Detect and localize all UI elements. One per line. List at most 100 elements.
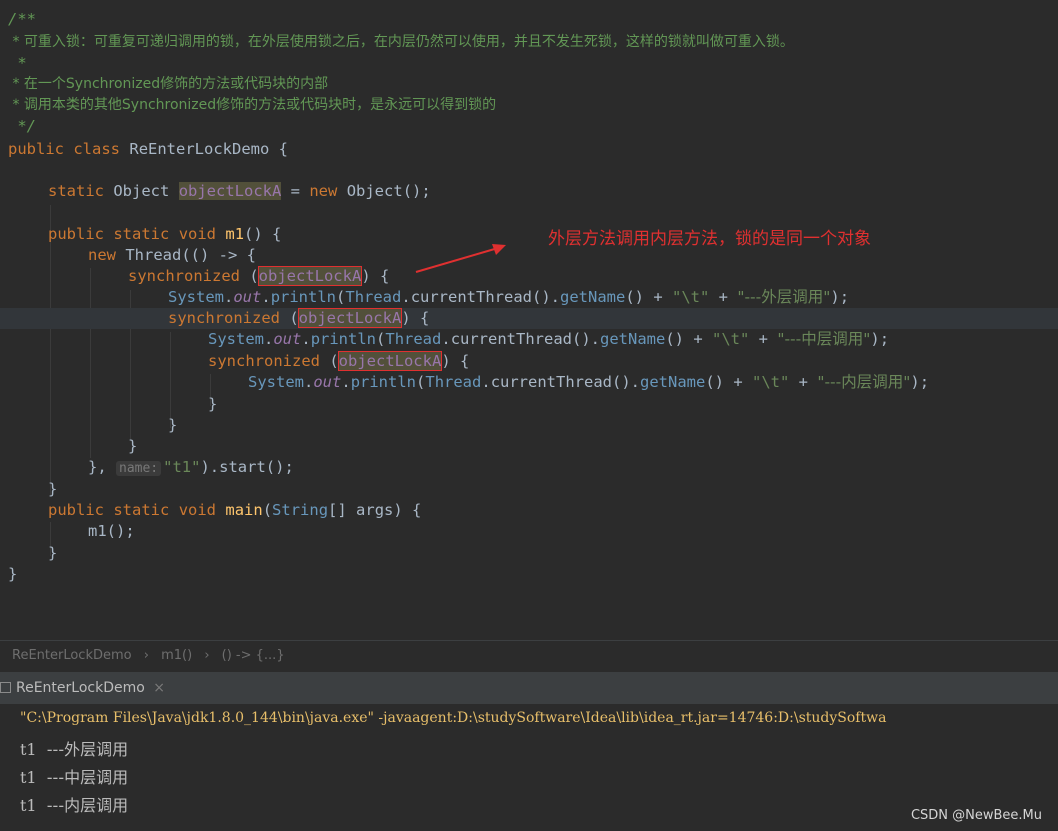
closing-brace: } <box>168 416 178 434</box>
console-output-line: t1 ---外层调用 <box>20 736 128 760</box>
method-call: getName <box>560 288 626 306</box>
type-name: Thread <box>345 288 402 306</box>
breadcrumb-item[interactable]: m1() <box>161 641 192 671</box>
keyword: synchronized <box>208 352 320 370</box>
punct: + <box>789 373 818 391</box>
closing-brace: } <box>128 437 138 455</box>
field-declaration-line: static Object objectLockA = new Object()… <box>48 181 431 202</box>
punct: [] args) { <box>328 501 422 519</box>
m1-call-line: m1(); <box>88 522 135 540</box>
lock-variable-inner: objectLockA <box>337 351 443 371</box>
run-tab[interactable]: ReEnterLockDemo × <box>0 672 165 704</box>
type-name: Object <box>346 182 403 200</box>
new-thread-line: new Thread(() -> { <box>88 245 256 266</box>
breadcrumb-item[interactable]: ReEnterLockDemo <box>12 641 132 671</box>
comment-line: * <box>8 54 27 72</box>
comment-line: * 在一个Synchronized修饰的方法或代码块的内部 <box>8 76 329 92</box>
method-m1-line: public static void m1() { <box>48 224 281 245</box>
method-call: println <box>270 288 337 306</box>
punct: . <box>224 288 234 306</box>
comment-line: /** <box>8 10 36 28</box>
method-call: getName <box>640 373 706 391</box>
type-name: Object <box>113 182 170 200</box>
synchronized-inner-line: synchronized (objectLockA) { <box>208 351 469 372</box>
comment-line: * 可重入锁：可重复可递归调用的锁，在外层使用锁之后，在内层仍然可以使用，并且不… <box>8 34 794 50</box>
type-name: System <box>168 288 224 306</box>
method-name: main <box>225 501 263 519</box>
string-literal: "---内层调用" <box>817 373 911 391</box>
punct: + <box>709 288 738 306</box>
close-icon[interactable]: × <box>153 680 165 696</box>
punct: ) { <box>441 352 470 370</box>
method-call: println <box>350 373 417 391</box>
keyword: class <box>73 140 121 158</box>
breadcrumb: ReEnterLockDemo › m1() › () -> {...} <box>0 641 1058 671</box>
run-tab-label: ReEnterLockDemo <box>16 680 145 696</box>
console-output-line: t1 ---内层调用 <box>20 792 128 816</box>
keyword: synchronized <box>128 267 240 285</box>
string-literal: "---中层调用" <box>777 330 871 348</box>
punct: ( <box>416 373 426 391</box>
punct: . <box>304 373 314 391</box>
punct: ); <box>830 288 850 306</box>
punct: ); <box>870 330 890 348</box>
annotation-arrow <box>415 244 506 273</box>
chevron-right-icon: › <box>143 648 149 663</box>
class-name: ReEnterLockDemo <box>129 140 270 158</box>
thread-name: t1 <box>20 740 37 759</box>
type-name: Thread <box>125 246 182 264</box>
string-literal: "\t" <box>752 373 790 391</box>
punct: { <box>269 140 289 158</box>
synchronized-outer-line: synchronized (objectLockA) { <box>128 266 389 287</box>
comment-line: */ <box>8 117 36 135</box>
output-message: ---中层调用 <box>46 768 129 787</box>
console-output[interactable]: "C:\Program Files\Java\jdk1.8.0_144\bin\… <box>0 704 1058 831</box>
thread-start-line: }, name: "t1").start(); <box>88 457 294 478</box>
string-literal: "\t" <box>712 330 750 348</box>
string-literal: "---外层调用" <box>737 288 831 306</box>
type-name: Thread <box>385 330 442 348</box>
indent-guide <box>90 268 91 458</box>
indent-guide <box>170 332 171 428</box>
closing-brace: } <box>208 395 218 413</box>
println-middle-line: System.out.println(Thread.currentThread(… <box>208 329 889 350</box>
punct: .currentThread(). <box>401 288 560 306</box>
punct: () + <box>625 288 672 306</box>
breadcrumb-item[interactable]: () -> {...} <box>222 641 285 671</box>
keyword: void <box>178 225 217 243</box>
indent-guide <box>50 205 51 495</box>
punct: = <box>281 182 310 200</box>
keyword: public <box>48 225 104 243</box>
punct: ( <box>336 288 346 306</box>
method-call: getName <box>600 330 666 348</box>
println-outer-line: System.out.println(Thread.currentThread(… <box>168 287 849 308</box>
parameter-hint: name: <box>116 461 162 476</box>
keyword: public <box>48 501 104 519</box>
static-field: out <box>233 288 262 306</box>
method-name: m1 <box>225 225 245 243</box>
punct: ) { <box>401 309 430 327</box>
punct: ( <box>319 352 339 370</box>
thread-name: t1 <box>20 768 37 787</box>
punct: ( <box>239 267 259 285</box>
punct: . <box>264 330 274 348</box>
punct: () + <box>705 373 752 391</box>
punct: .currentThread(). <box>441 330 600 348</box>
println-inner-line: System.out.println(Thread.currentThread(… <box>248 372 929 393</box>
closing-brace: } <box>48 480 58 498</box>
punct: ); <box>910 373 930 391</box>
current-line-highlight: synchronized (objectLockA) { <box>0 308 1058 329</box>
punct: () { <box>244 225 282 243</box>
annotation-text: 外层方法调用内层方法，锁的是同一个对象 <box>548 229 871 249</box>
keyword: public <box>8 140 64 158</box>
keyword: void <box>178 501 217 519</box>
type-name: Thread <box>425 373 482 391</box>
type-name: String <box>272 501 329 519</box>
console-command-line: "C:\Program Files\Java\jdk1.8.0_144\bin\… <box>20 710 887 726</box>
punct: ( <box>262 501 273 519</box>
punct: }, <box>88 458 116 476</box>
punct: ) { <box>361 267 390 285</box>
console-output-line: t1 ---中层调用 <box>20 764 128 788</box>
closing-brace: } <box>48 544 58 562</box>
code-editor[interactable]: /** * 可重入锁：可重复可递归调用的锁，在外层使用锁之后，在内层仍然可以使用… <box>0 0 1058 640</box>
